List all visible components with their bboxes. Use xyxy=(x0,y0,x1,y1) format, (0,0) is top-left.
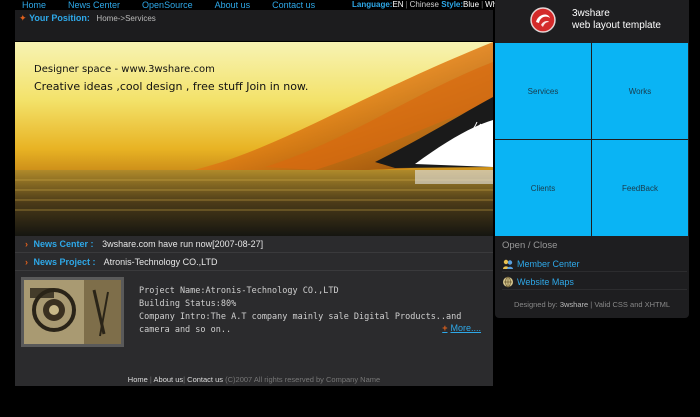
news-project-row: › News Project : Atronis-Technology CO.,… xyxy=(15,254,493,271)
news-center-item[interactable]: 3wshare.com have run now[2007-08-27] xyxy=(102,239,263,249)
users-icon xyxy=(503,259,513,269)
language-en-link[interactable]: EN xyxy=(392,0,403,9)
project-intro: Company Intro:The A.T company mainly sal… xyxy=(139,312,462,335)
more-link[interactable]: + More.... xyxy=(442,323,481,333)
footer-copyright: (C)2007 All rights reserved by Company N… xyxy=(225,375,381,384)
logo-swirl-icon xyxy=(530,7,556,33)
nav-home-link[interactable]: Home xyxy=(22,0,46,10)
logo-subtitle: web layout template xyxy=(572,20,661,31)
position-label: Your Position: xyxy=(29,13,90,23)
open-close-toggle[interactable]: Open / Close xyxy=(502,240,557,251)
website-maps-link[interactable]: Website Maps xyxy=(502,274,687,290)
project-status: Building Status:80% xyxy=(139,299,237,309)
news-center-label: News Center : xyxy=(33,239,94,249)
member-center-label[interactable]: Member Center xyxy=(517,259,580,269)
hero-banner: Designer space - www.3wshare.com Creativ… xyxy=(15,42,493,236)
designed-by: Designed by: 3wshare | Valid CSS and XHT… xyxy=(495,300,689,309)
valid-css-xhtml: | Valid CSS and XHTML xyxy=(590,300,671,309)
banner-tagline: Creative ideas ,cool design , free stuff… xyxy=(34,80,309,93)
sidebar: 3wshare web layout template Services Wor… xyxy=(495,0,689,318)
breadcrumb-path[interactable]: Home->Services xyxy=(96,14,155,23)
nav-opensource-link[interactable]: OpenSource xyxy=(142,0,193,10)
language-chinese-link[interactable]: Chinese xyxy=(410,0,439,9)
nav-contact-link[interactable]: Contact us xyxy=(272,0,315,10)
footer: Home | About us| Contact us (C)2007 All … xyxy=(127,375,381,384)
banner-headline: Designer space - www.3wshare.com xyxy=(34,64,215,75)
star-icon: ✦ xyxy=(19,13,27,23)
plus-icon: + xyxy=(442,323,448,333)
tile-feedback[interactable]: FeedBack xyxy=(592,140,688,236)
website-maps-label[interactable]: Website Maps xyxy=(517,277,574,287)
footer-about-link[interactable]: About us xyxy=(154,375,184,384)
style-blue-link[interactable]: Blue xyxy=(463,0,479,9)
style-label: Style: xyxy=(441,0,464,9)
globe-icon xyxy=(503,276,513,287)
chevron-right-icon: › xyxy=(25,239,28,249)
nav-news-center-link[interactable]: News Center xyxy=(68,0,120,10)
tile-works[interactable]: Works xyxy=(592,43,688,139)
chevron-right-icon: › xyxy=(25,257,28,267)
nav-about-link[interactable]: About us xyxy=(215,0,251,10)
tile-clients[interactable]: Clients xyxy=(495,140,591,236)
more-label[interactable]: More.... xyxy=(450,323,481,333)
project-thumbnail[interactable] xyxy=(21,277,124,347)
project-details: Project Name:Atronis-Technology CO.,LTD … xyxy=(139,285,491,337)
logo-title: 3wshare xyxy=(572,8,610,19)
project-name: Project Name:Atronis-Technology CO.,LTD xyxy=(139,286,339,296)
news-center-row: › News Center : 3wshare.com have run now… xyxy=(15,236,493,253)
language-label: Language: xyxy=(352,0,393,9)
news-project-item[interactable]: Atronis-Technology CO.,LTD xyxy=(104,257,218,267)
footer-home-link[interactable]: Home xyxy=(128,375,148,384)
tile-menu: Services Works Clients FeedBack xyxy=(495,43,689,236)
news-project-label: News Project : xyxy=(33,257,96,267)
footer-contact-link[interactable]: Contact us xyxy=(187,375,223,384)
designed-by-brand[interactable]: 3wshare xyxy=(560,300,588,309)
tile-services[interactable]: Services xyxy=(495,43,591,139)
designed-by-label: Designed by: xyxy=(513,300,558,309)
camera-photo xyxy=(24,280,121,344)
language-style-bar: Language:EN|Chinese Style:Blue|White xyxy=(352,0,506,10)
member-center-link[interactable]: Member Center xyxy=(502,256,687,272)
main-content: › News Center : 3wshare.com have run now… xyxy=(15,236,493,386)
site-logo[interactable]: 3wshare web layout template xyxy=(495,0,689,42)
breadcrumb: ✦ Your Position: Home->Services xyxy=(15,10,493,41)
